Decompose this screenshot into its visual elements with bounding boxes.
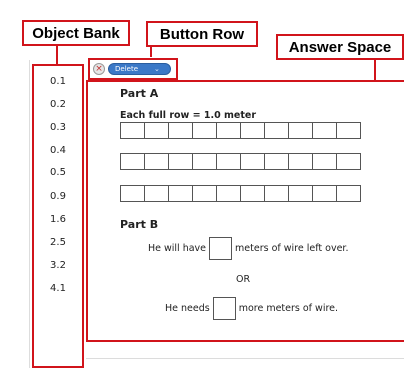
grid-cell[interactable]: [192, 153, 217, 170]
delete-dropdown[interactable]: Delete ⌄: [108, 63, 171, 75]
grid-cell[interactable]: [120, 185, 145, 202]
answer-space-callout-label: Answer Space: [288, 39, 392, 56]
grid-cell[interactable]: [312, 185, 337, 202]
sentence-left-over-start: He will have: [148, 243, 207, 254]
grid-cell[interactable]: [144, 122, 169, 139]
wire-row: [120, 185, 361, 202]
grid-cell[interactable]: [312, 122, 337, 139]
grid-cell[interactable]: [120, 153, 145, 170]
sentence-needs-more-start: He needs: [165, 303, 210, 314]
object-bank-panel: [0, 60, 30, 368]
object-bank-callout: Object Bank: [22, 20, 130, 46]
grid-cell[interactable]: [216, 185, 241, 202]
grid-cell[interactable]: [288, 122, 313, 139]
grid-cell[interactable]: [240, 185, 265, 202]
object-bank-item[interactable]: 1.6: [34, 214, 82, 225]
chevron-down-icon: ⌄: [154, 65, 160, 73]
grid-cell[interactable]: [264, 122, 289, 139]
grid-cell[interactable]: [192, 122, 217, 139]
object-bank-item[interactable]: 0.2: [34, 99, 82, 110]
grid-cell[interactable]: [288, 153, 313, 170]
grid-cell[interactable]: [336, 153, 361, 170]
answer-drop-box-needs-more[interactable]: [212, 297, 236, 320]
object-bank-item[interactable]: 0.4: [34, 145, 82, 156]
or-label: OR: [236, 274, 251, 285]
grid-cell[interactable]: [336, 122, 361, 139]
object-bank-item[interactable]: 2.5: [34, 237, 82, 248]
grid-cell[interactable]: [288, 185, 313, 202]
object-bank-callout-label: Object Bank: [32, 25, 120, 42]
grid-cell[interactable]: [336, 185, 361, 202]
object-bank-item[interactable]: 4.1: [34, 283, 82, 294]
callout-connector: [150, 47, 152, 57]
wire-row: [120, 122, 361, 139]
object-bank: 0.1 0.2 0.3 0.4 0.5 0.9 1.6 2.5 3.2 4.1: [32, 64, 84, 368]
button-row-callout: Button Row: [146, 21, 258, 47]
grid-cell[interactable]: [216, 153, 241, 170]
callout-connector: [374, 60, 376, 82]
part-a-title: Part A: [120, 87, 159, 100]
object-bank-item[interactable]: 3.2: [34, 260, 82, 271]
grid-cell[interactable]: [216, 122, 241, 139]
grid-cell[interactable]: [120, 122, 145, 139]
grid-cell[interactable]: [144, 153, 169, 170]
button-row: × Delete ⌄: [88, 58, 178, 80]
object-bank-item[interactable]: 0.1: [34, 76, 82, 87]
object-bank-list: 0.1 0.2 0.3 0.4 0.5 0.9 1.6 2.5 3.2 4.1: [34, 66, 82, 366]
grid-cell[interactable]: [240, 122, 265, 139]
grid-cell[interactable]: [168, 122, 193, 139]
grid-cell[interactable]: [264, 153, 289, 170]
grid-cell[interactable]: [192, 185, 217, 202]
part-a-subtitle: Each full row = 1.0 meter: [120, 110, 257, 121]
object-bank-item[interactable]: 0.3: [34, 122, 82, 133]
sentence-needs-more-end: more meters of wire.: [238, 303, 339, 314]
wire-row: [120, 153, 361, 170]
callout-connector: [56, 46, 58, 66]
part-b-title: Part B: [120, 218, 159, 231]
workspace-bottom-rule: [86, 358, 404, 359]
grid-cell[interactable]: [312, 153, 337, 170]
answer-drop-box-left-over[interactable]: [209, 237, 233, 260]
sentence-left-over-end: meters of wire left over.: [235, 243, 349, 254]
grid-cell[interactable]: [168, 153, 193, 170]
sentence-needs-more: He needs more meters of wire.: [165, 297, 338, 320]
grid-cell[interactable]: [168, 185, 193, 202]
object-bank-item[interactable]: 0.9: [34, 191, 82, 202]
button-row-callout-label: Button Row: [159, 26, 245, 43]
sentence-left-over: He will have meters of wire left over.: [148, 237, 348, 260]
object-bank-item[interactable]: 0.5: [34, 167, 82, 178]
answer-space-callout: Answer Space: [276, 34, 404, 60]
grid-cell[interactable]: [264, 185, 289, 202]
delete-button-label: Delete: [115, 65, 138, 73]
grid-cell[interactable]: [144, 185, 169, 202]
grid-cell[interactable]: [240, 153, 265, 170]
close-circle-icon[interactable]: ×: [93, 63, 105, 75]
